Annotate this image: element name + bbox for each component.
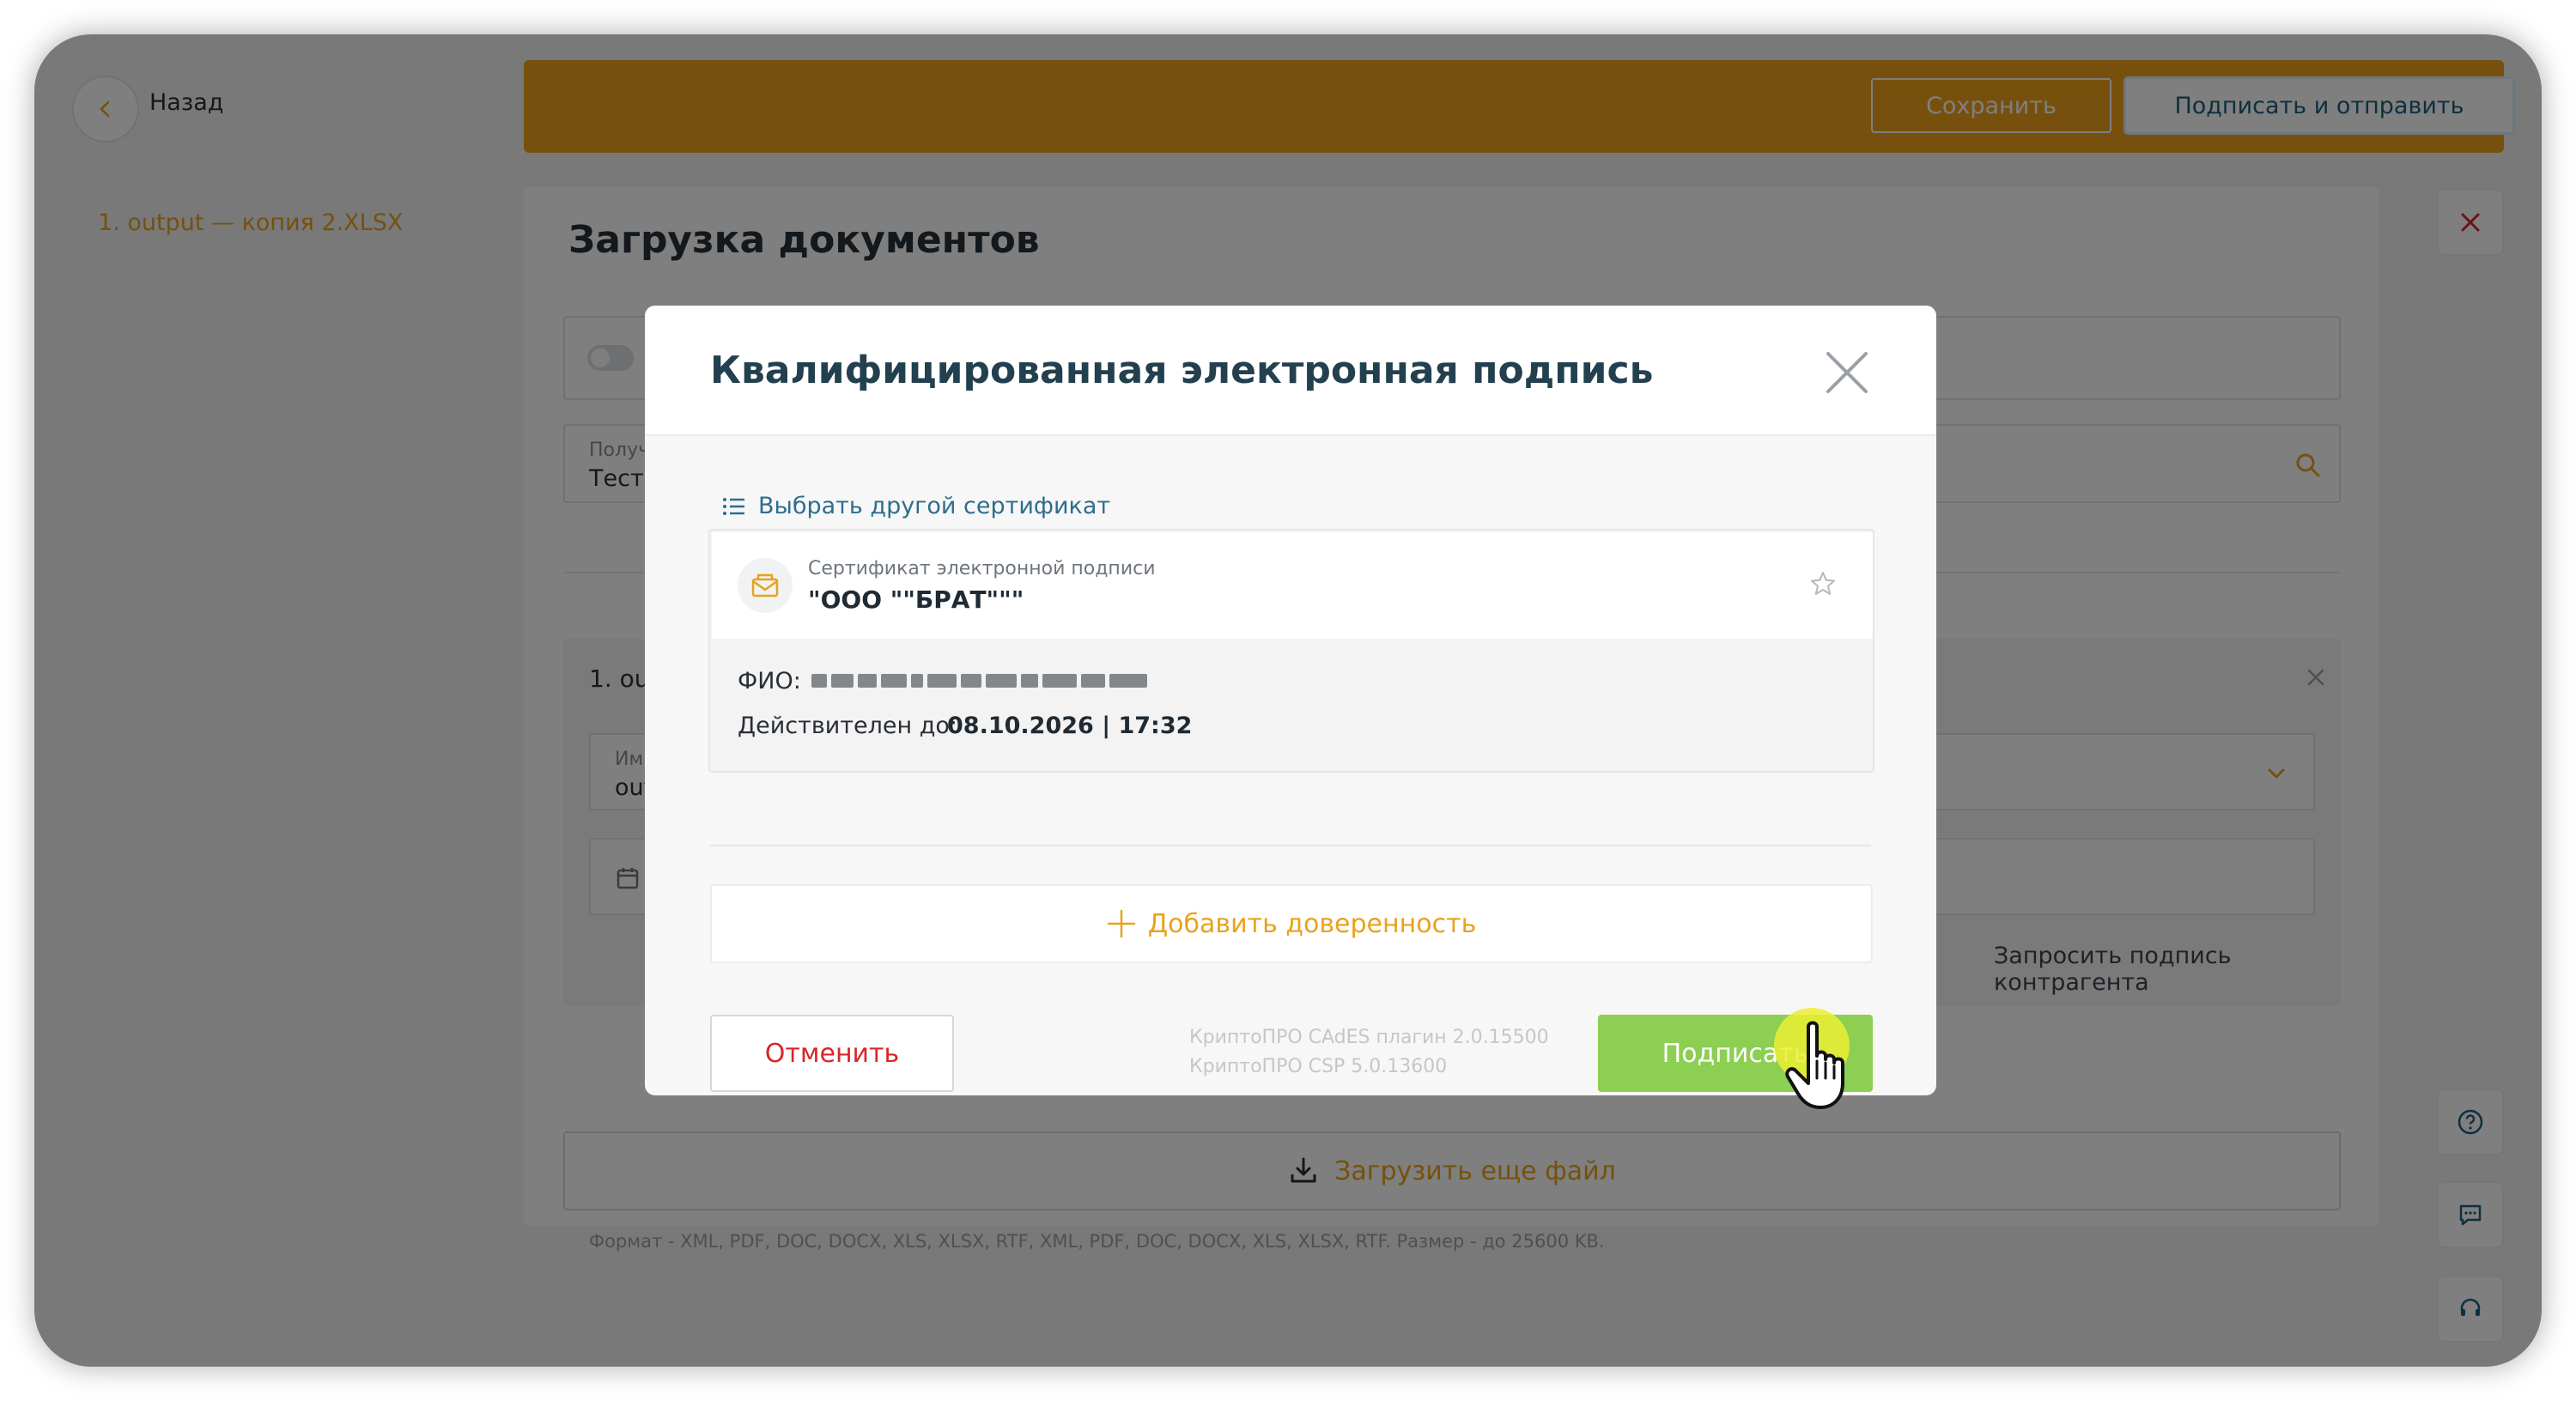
- hand-cursor-icon: [1785, 1021, 1844, 1109]
- app-window: Назад 1. output — копия 2.XLSX Сохранить…: [34, 34, 2542, 1367]
- fio-label: ФИО:: [738, 668, 801, 694]
- add-proxy-label: Добавить доверенность: [1147, 908, 1477, 939]
- certificate-organization: "ООО ""БРАТ""": [808, 585, 1024, 614]
- choose-other-certificate-label: Выбрать другой сертификат: [758, 493, 1111, 519]
- signature-modal: Квалифицированная электронная подпись Вы…: [645, 306, 1936, 1095]
- choose-other-certificate-link[interactable]: Выбрать другой сертификат: [722, 493, 1110, 519]
- modal-header: Квалифицированная электронная подпись: [645, 306, 1936, 436]
- crypto-versions: КриптоПРО CAdES плагин 2.0.15500 КриптоП…: [1189, 1023, 1549, 1082]
- plugin-version: КриптоПРО CAdES плагин 2.0.15500: [1189, 1027, 1549, 1048]
- certificate-header[interactable]: Сертификат электронной подписи "ООО ""БР…: [712, 532, 1873, 639]
- list-icon: [723, 497, 744, 515]
- valid-until-value: 08.10.2026 | 17:32: [947, 713, 1193, 739]
- csp-version: КриптоПРО CSP 5.0.13600: [1189, 1056, 1448, 1077]
- valid-until-label: Действителен до:: [738, 713, 958, 739]
- modal-title: Квалифицированная электронная подпись: [710, 349, 1654, 392]
- cancel-button[interactable]: Отменить: [710, 1015, 954, 1092]
- plus-icon: [1107, 909, 1135, 938]
- certificate-envelope-icon: [738, 558, 793, 613]
- star-icon[interactable]: [1809, 570, 1837, 597]
- close-icon[interactable]: [1821, 347, 1873, 398]
- certificate-card: Сертификат электронной подписи "ООО ""БР…: [708, 529, 1874, 773]
- modal-divider: [710, 845, 1871, 846]
- certificate-type-label: Сертификат электронной подписи: [808, 558, 1156, 579]
- add-proxy-button[interactable]: Добавить доверенность: [710, 884, 1873, 963]
- fio-value-redacted: [811, 668, 1147, 694]
